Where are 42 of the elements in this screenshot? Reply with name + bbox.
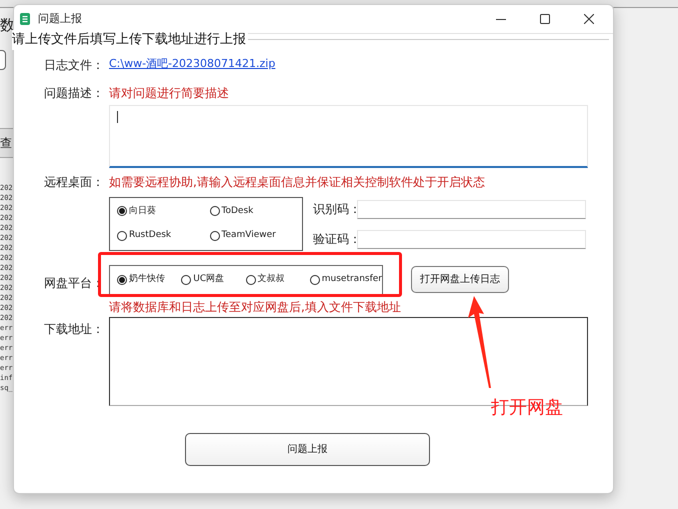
description-field[interactable] — [109, 104, 588, 168]
radio-label: 奶牛快传 — [129, 272, 165, 286]
field-label: 识别码： — [313, 201, 357, 218]
maximize-icon — [540, 14, 550, 24]
radio-label: 向日葵 — [129, 204, 156, 218]
radio-label: RustDesk — [129, 229, 172, 242]
open-netdisk-button[interactable]: 打开网盘上传日志 — [411, 266, 509, 293]
radio-button[interactable] — [246, 274, 256, 284]
app-icon — [20, 13, 30, 25]
window-title: 问题上报 — [38, 10, 82, 27]
radio-label: UC网盘 — [193, 272, 224, 286]
hint-text: 请将数据库和日志上传至对应网盘后,填入文件下载地址 — [109, 298, 402, 316]
field-label: 问题描述： — [43, 84, 104, 102]
log-file-link[interactable]: C:\ww-酒吧-202308071421.zip — [109, 56, 276, 73]
minimize-icon — [496, 18, 506, 20]
submit-button[interactable]: 问题上报 — [185, 432, 430, 466]
radio-button[interactable] — [117, 230, 127, 241]
radio-button[interactable] — [310, 274, 320, 284]
radio-button[interactable] — [117, 206, 127, 216]
field-label: 下载地址： — [43, 320, 104, 338]
text-field[interactable] — [357, 230, 586, 248]
annotation-text: 打开网盘 — [491, 397, 563, 419]
field-label: 验证码： — [313, 231, 357, 248]
radio-label: ToDesk — [222, 204, 254, 218]
radio-label: 文叔叔 — [258, 272, 284, 286]
radio-label: musetransfer — [322, 272, 382, 286]
radio-button[interactable] — [117, 274, 127, 284]
radio-button[interactable] — [181, 274, 192, 284]
background-text: 查 — [0, 135, 12, 152]
radio-button[interactable] — [210, 206, 220, 216]
hint-text: 如需要远程协助,请输入远程桌面信息并保证相关控制软件处于开启状态 — [109, 174, 485, 190]
close-icon — [584, 14, 594, 24]
radio-button[interactable] — [210, 230, 220, 241]
arrow-icon — [466, 296, 494, 390]
background-text: 数 — [0, 15, 15, 34]
hint-text: 请对问题进行简要描述 — [109, 84, 229, 102]
radio-label: TeamViewer — [222, 229, 276, 242]
field-label: 日志文件： — [43, 56, 104, 74]
header-text: 请上传文件后填写上传下载地址进行上报 — [12, 30, 248, 50]
field-label: 远程桌面： — [43, 174, 104, 190]
text-field[interactable] — [357, 200, 586, 218]
text-caret — [117, 110, 118, 122]
